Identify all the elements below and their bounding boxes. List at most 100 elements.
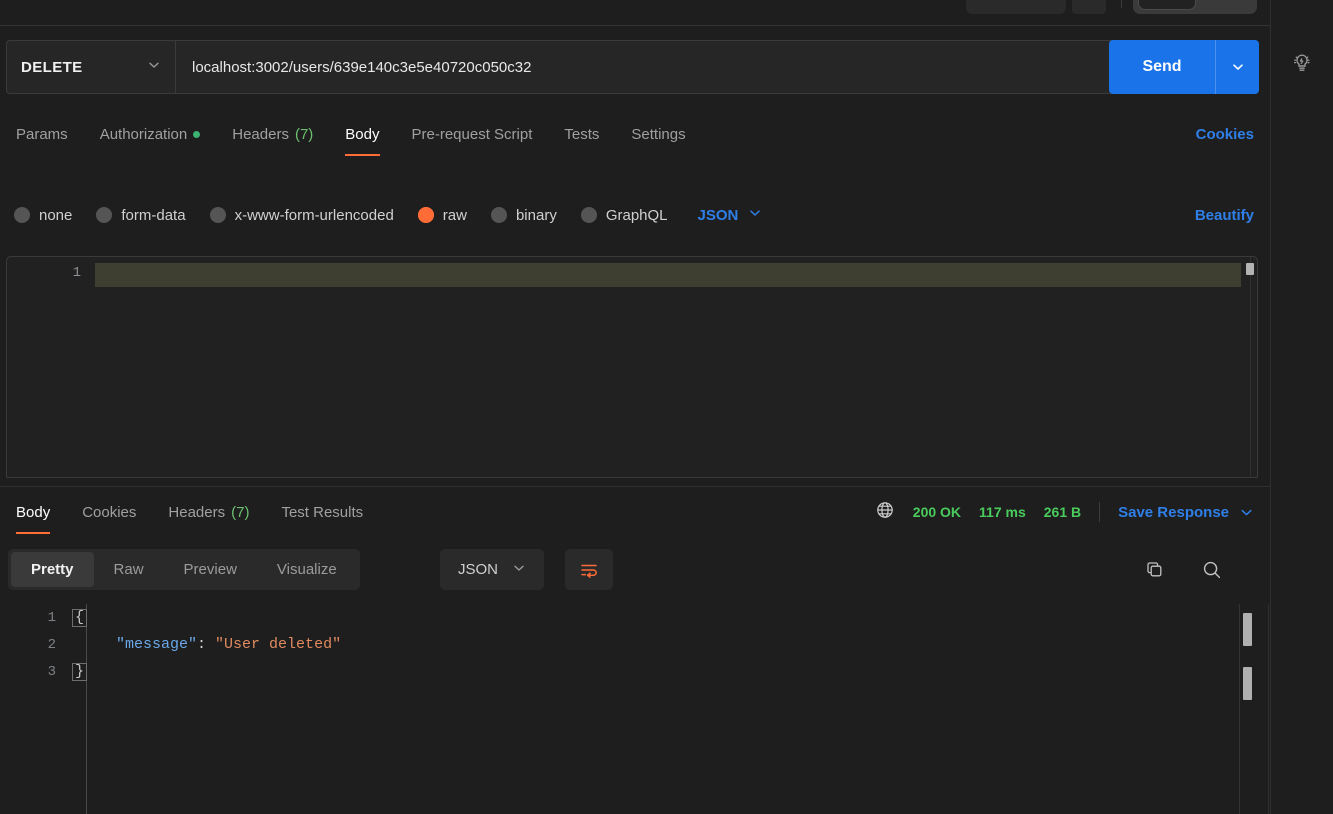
send-button[interactable]: Send	[1109, 40, 1215, 94]
response-tab-test-results[interactable]: Test Results	[265, 490, 379, 534]
json-string-value: "User deleted"	[215, 636, 342, 653]
tab-label: Params	[16, 125, 68, 143]
code-content: "message": "User deleted"	[72, 636, 341, 653]
tab-settings[interactable]: Settings	[615, 112, 701, 156]
send-options-chevron-down-icon[interactable]	[1215, 40, 1259, 94]
request-response-pane: DELETE localhost:3002/users/639e140c3e5e…	[0, 26, 1270, 814]
code-line: 1 {	[0, 604, 1270, 631]
toolbar-chip-active[interactable]	[1138, 0, 1196, 10]
code-brace-open: {	[72, 608, 88, 627]
response-view-mode-group: Pretty Raw Preview Visualize	[8, 549, 360, 590]
body-type-none[interactable]: none	[14, 207, 72, 224]
response-tab-headers[interactable]: Headers (7)	[152, 490, 265, 534]
body-type-label: GraphQL	[605, 206, 668, 224]
view-mode-visualize[interactable]: Visualize	[257, 552, 357, 587]
lightbulb-icon[interactable]	[1287, 48, 1317, 78]
tab-badge: (7)	[294, 125, 314, 143]
editor-line-number: 1	[72, 265, 81, 281]
response-time: 117 ms	[979, 504, 1026, 520]
response-size: 261 B	[1043, 504, 1082, 520]
tab-headers[interactable]: Headers (7)	[216, 112, 329, 156]
tab-body[interactable]: Body	[329, 112, 395, 156]
save-response-chevron-down-icon[interactable]	[1239, 505, 1254, 520]
tab-badge: (7)	[231, 503, 250, 521]
body-type-graphql[interactable]: GraphQL	[580, 206, 668, 224]
status-divider	[1099, 502, 1101, 522]
response-scrollbar-track	[1239, 604, 1240, 814]
search-icon[interactable]	[1200, 558, 1224, 582]
status-code: 200 OK	[912, 504, 962, 520]
save-response-button[interactable]: Save Response	[1118, 504, 1229, 521]
response-scrollbar-thumb[interactable]	[1243, 613, 1252, 646]
toolbar-divider	[1121, 0, 1122, 8]
code-brace-close: }	[72, 662, 88, 681]
body-type-label: none	[39, 206, 73, 224]
response-status-bar: 200 OK 117 ms 261 B Save Response	[875, 491, 1254, 533]
code-line-number: 3	[47, 663, 56, 680]
tab-label: Cookies	[82, 503, 137, 521]
radio-selected-icon	[417, 207, 434, 223]
globe-icon	[875, 500, 895, 525]
url-input[interactable]: localhost:3002/users/639e140c3e5e40720c0…	[176, 40, 1258, 94]
editor-active-line-highlight	[95, 263, 1241, 287]
body-type-raw[interactable]: raw	[417, 207, 467, 224]
tab-label: Test Results	[281, 503, 364, 521]
tab-label: Headers	[168, 503, 226, 521]
request-tabs: Params Authorization Headers (7) Body Pr…	[0, 112, 1270, 156]
view-mode-preview[interactable]: Preview	[164, 552, 257, 587]
tab-label: Settings	[631, 125, 686, 143]
tab-label: Pre-request Script	[411, 125, 533, 143]
response-tab-cookies[interactable]: Cookies	[66, 490, 152, 534]
copy-icon[interactable]	[1142, 558, 1166, 582]
response-scroll-marker[interactable]	[1243, 667, 1252, 700]
body-type-form-data[interactable]: form-data	[96, 206, 186, 224]
method-selector[interactable]: DELETE	[6, 40, 176, 94]
chevron-down-icon	[147, 58, 161, 77]
response-section-divider	[0, 486, 1270, 487]
body-type-label: x-www-form-urlencoded	[234, 206, 394, 224]
tab-authorization[interactable]: Authorization	[84, 112, 217, 156]
toolbar-chip-primary[interactable]	[966, 0, 1066, 14]
toolbar-chip-secondary[interactable]	[1072, 0, 1106, 14]
response-right-divider	[1268, 604, 1269, 814]
tab-tests[interactable]: Tests	[548, 112, 615, 156]
view-mode-pretty[interactable]: Pretty	[11, 552, 94, 587]
raw-format-label: JSON	[697, 206, 739, 224]
request-body-editor[interactable]: 1	[6, 256, 1258, 478]
response-format-selector[interactable]: JSON	[440, 549, 545, 590]
radio-icon	[14, 207, 30, 223]
tab-label: Authorization	[99, 125, 188, 143]
editor-gutter: 1	[7, 257, 95, 477]
response-tab-body[interactable]: Body	[0, 490, 66, 534]
beautify-button[interactable]: Beautify	[1195, 194, 1254, 236]
radio-icon	[490, 207, 507, 223]
json-colon: :	[197, 636, 207, 653]
tab-label: Tests	[564, 125, 600, 143]
postman-window: DELETE localhost:3002/users/639e140c3e5e…	[0, 0, 1333, 814]
body-type-label: binary	[515, 206, 557, 224]
body-type-binary[interactable]: binary	[490, 206, 557, 224]
tab-params[interactable]: Params	[0, 112, 84, 156]
editor-scrollbar-thumb[interactable]	[1246, 263, 1254, 275]
body-type-label: form-data	[121, 206, 186, 224]
tab-pre-request-script[interactable]: Pre-request Script	[396, 112, 549, 156]
code-line-number: 2	[47, 636, 56, 653]
right-sidebar	[1270, 0, 1333, 814]
body-type-x-www-form-urlencoded[interactable]: x-www-form-urlencoded	[209, 206, 394, 224]
radio-icon	[96, 207, 113, 223]
view-mode-raw[interactable]: Raw	[94, 552, 164, 587]
code-line-number: 1	[47, 609, 56, 626]
radio-icon	[580, 207, 597, 223]
chevron-down-icon	[748, 206, 762, 224]
tab-label: Body	[16, 503, 51, 521]
response-format-label: JSON	[458, 561, 499, 578]
send-button-group: Send	[1109, 40, 1259, 94]
wrap-text-icon[interactable]	[565, 549, 613, 590]
response-action-icons	[1142, 549, 1224, 590]
tab-label: Body	[345, 125, 380, 143]
raw-format-selector[interactable]: JSON	[698, 206, 763, 224]
code-line: 3 }	[0, 658, 1270, 685]
response-body-viewer[interactable]: 1 { 2 "message": "User deleted" 3 }	[0, 604, 1270, 814]
method-label: DELETE	[21, 58, 83, 76]
cookies-link[interactable]: Cookies	[1196, 112, 1254, 156]
